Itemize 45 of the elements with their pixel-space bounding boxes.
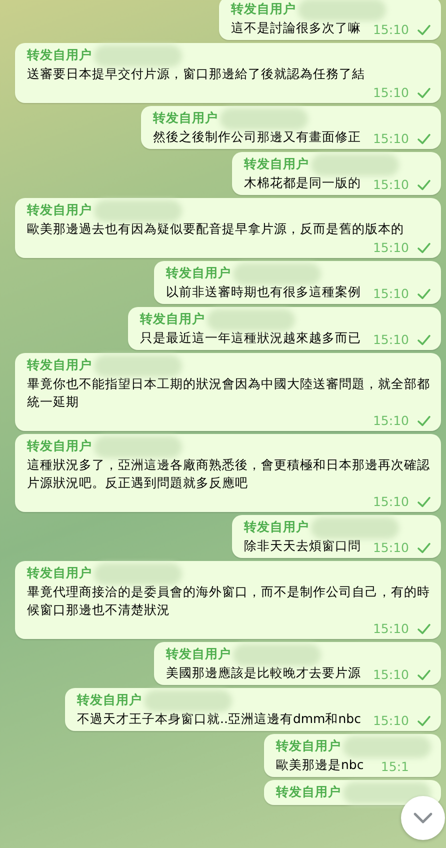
message-text: 這不是討論很多次了嘛 (230, 19, 361, 37)
message-text: 歐美那邊是nbc (276, 756, 364, 774)
message-time: 15:10 (372, 20, 409, 38)
message-time: 15:1 (380, 758, 409, 776)
message-text: 除非天天去煩窗口問 (244, 537, 361, 555)
message-time: 15:10 (372, 666, 409, 684)
forwarded-label: 转发自用户 (230, 1, 296, 18)
chevron-down-icon (413, 812, 433, 824)
message-time: 15:10 (372, 84, 409, 102)
forwarded-label: 转发自用户 (244, 156, 309, 173)
message-text: 然後之後制作公司那邊又有畫面修正 (152, 128, 361, 146)
forwarded-label: 转发自用户 (27, 202, 92, 219)
forwarded-label: 转发自用户 (152, 110, 218, 127)
forwarded-label: 转发自用户 (276, 738, 341, 755)
message-text: 畢竟代理商接洽的是委員會的海外窗口，而不是制作公司自己，有的時候窗口那邊也不清楚狀況 (27, 583, 431, 619)
forwarded-label: 转发自用户 (27, 47, 92, 64)
message-time: 15:10 (372, 538, 409, 556)
message-text: 只是最近這一年這種狀況越來越多而已 (140, 329, 361, 347)
message-time: 15:10 (372, 330, 409, 348)
message-time: 15:10 (372, 238, 409, 256)
message-time: 15:10 (372, 712, 409, 730)
forwarded-label: 转发自用户 (166, 646, 231, 663)
message-time: 15:10 (372, 284, 409, 302)
forwarded-label: 转发自用户 (27, 565, 92, 582)
forwarded-label: 转发自用户 (27, 438, 92, 455)
forwarded-label: 转发自用户 (77, 692, 142, 709)
message-text: 美國那邊應該是比較晚才去要片源 (166, 664, 361, 682)
message-text: 以前非送審時期也有很多這種案例 (166, 283, 361, 301)
message-text: 木棉花都是同一版的 (244, 174, 361, 192)
message-time: 15:10 (372, 176, 409, 194)
message-text: 不過天才王子本身窗口就..亞洲這邊有dmm和nbc (77, 710, 361, 728)
forwarded-label: 转发自用户 (276, 784, 341, 801)
message-time: 15:10 (372, 412, 409, 430)
message-text: 送審要日本提早交付片源，窗口那邊給了後就認為任務了結 (27, 65, 365, 83)
message-text: 這種狀況多了，亞洲這邊各廠商熟悉後，會更積極和日本那邊再次確認片源狀況吧。反正遇到問題就多反應吧 (27, 456, 431, 492)
message-text: 畢竟你也不能指望日本工期的狀況會因為中國大陸送審問題，就全部都統一延期 (27, 375, 431, 411)
forwarded-label: 转发自用户 (140, 311, 205, 328)
message-text: 歐美那邊過去也有因為疑似要配音提早拿片源，反而是舊的版本的 (27, 220, 404, 238)
forwarded-label: 转发自用户 (244, 519, 309, 536)
message-time: 15:10 (372, 492, 409, 510)
message-time: 15:10 (372, 620, 409, 638)
forwarded-label: 转发自用户 (27, 357, 92, 374)
forwarded-label: 转发自用户 (166, 265, 231, 282)
message-time: 15:10 (372, 130, 409, 148)
scroll-down-button[interactable] (401, 796, 445, 840)
